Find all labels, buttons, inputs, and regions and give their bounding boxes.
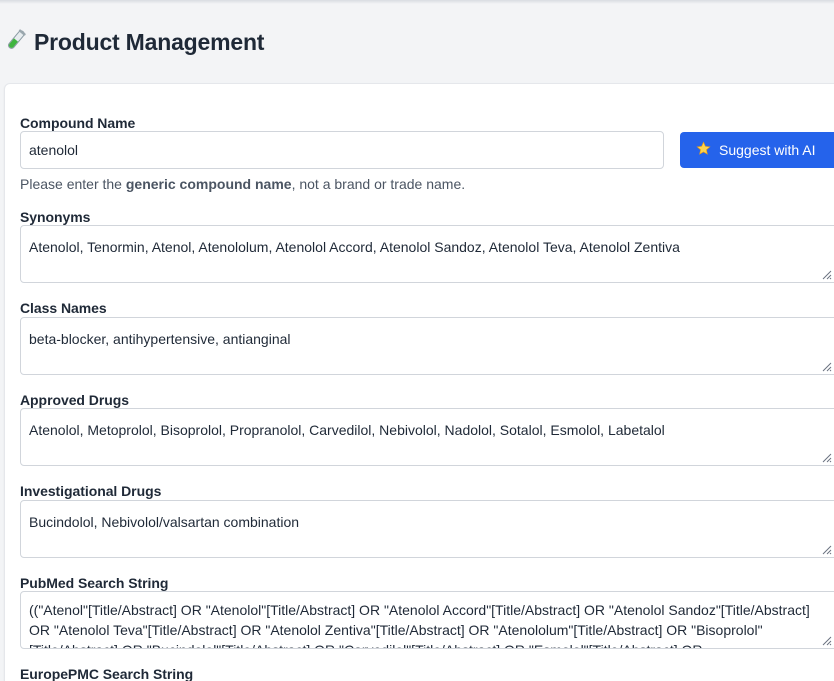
top-shadow bbox=[0, 0, 834, 4]
resize-handle-icon[interactable] bbox=[820, 360, 832, 372]
page-header: Product Management bbox=[4, 28, 264, 57]
approved-drugs-label: Approved Drugs bbox=[20, 392, 129, 408]
compound-name-label: Compound Name bbox=[20, 115, 136, 131]
approved-drugs-textarea[interactable]: Atenolol, Metoprolol, Bisoprolol, Propra… bbox=[20, 408, 834, 466]
resize-handle-icon[interactable] bbox=[820, 634, 832, 646]
suggest-with-ai-label: Suggest with AI bbox=[719, 142, 816, 158]
synonyms-textarea[interactable]: Atenolol, Tenormin, Atenol, Atenololum, … bbox=[20, 225, 834, 283]
test-tube-icon bbox=[4, 28, 28, 57]
compound-name-input[interactable]: atenolol bbox=[20, 131, 664, 169]
pubmed-search-label: PubMed Search String bbox=[20, 575, 169, 591]
class-names-label: Class Names bbox=[20, 300, 107, 316]
investigational-drugs-label: Investigational Drugs bbox=[20, 483, 162, 499]
europepmc-search-label: EuropePMC Search String bbox=[20, 666, 194, 681]
resize-handle-icon[interactable] bbox=[820, 451, 832, 463]
compound-help-text: Please enter the generic compound name, … bbox=[20, 176, 465, 192]
class-names-textarea[interactable]: beta-blocker, antihypertensive, antiangi… bbox=[20, 317, 834, 375]
suggest-with-ai-button[interactable]: Suggest with AI bbox=[680, 132, 834, 168]
resize-handle-icon[interactable] bbox=[820, 268, 832, 280]
synonyms-label: Synonyms bbox=[20, 209, 91, 225]
help-prefix: Please enter the bbox=[20, 176, 126, 192]
investigational-drugs-textarea[interactable]: Bucindolol, Nebivolol/valsartan combinat… bbox=[20, 500, 834, 558]
star-icon bbox=[696, 141, 711, 159]
resize-handle-icon[interactable] bbox=[820, 543, 832, 555]
page-title: Product Management bbox=[34, 29, 265, 55]
help-bold: generic compound name bbox=[125, 176, 292, 192]
help-suffix: , not a brand or trade name. bbox=[291, 176, 466, 192]
pubmed-search-textarea[interactable]: (("Atenol"[Title/Abstract] OR "Atenolol"… bbox=[20, 591, 834, 649]
